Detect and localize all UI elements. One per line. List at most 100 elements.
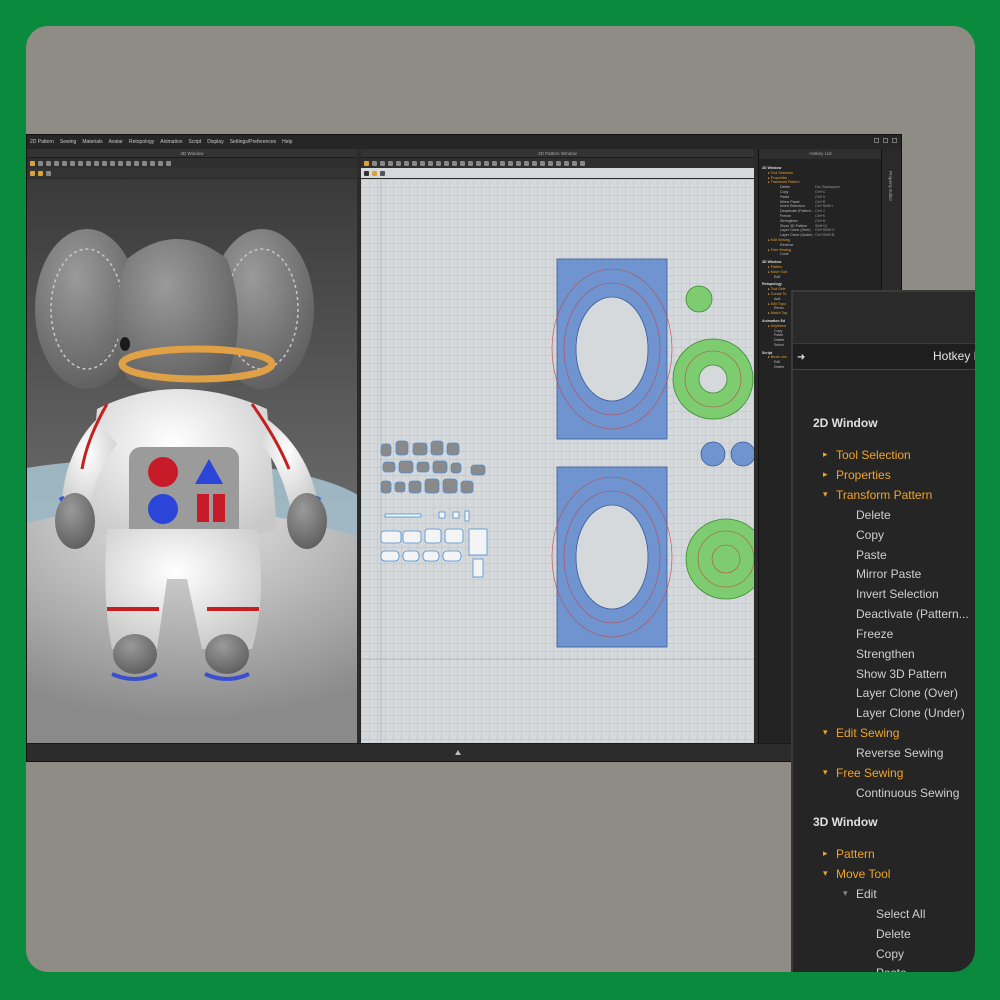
tool-icon[interactable] (548, 160, 553, 166)
tool-icon[interactable] (110, 160, 115, 166)
3d-viewport[interactable] (27, 179, 357, 744)
tool-icon[interactable] (102, 160, 107, 166)
zoom-hotkey-entry: 2D Window (813, 416, 878, 430)
tool-icon[interactable] (476, 160, 481, 166)
tool-icon[interactable] (158, 160, 163, 166)
tool-icon[interactable] (364, 160, 369, 166)
tool-icon[interactable] (524, 160, 529, 166)
tool-icon[interactable] (166, 160, 171, 166)
tool-icon[interactable] (436, 160, 441, 166)
pencil-icon[interactable] (372, 170, 377, 176)
zoom-hotkey-label: Free Sewing (836, 766, 904, 780)
tool-icon[interactable] (580, 160, 585, 166)
tool-icon[interactable] (372, 160, 377, 166)
tool-icon[interactable] (62, 160, 67, 166)
tool-icon[interactable] (412, 160, 417, 166)
zoom-hotkey-entry: Layer Clone (Under)C (856, 706, 965, 720)
menu-item-2d-pattern[interactable]: 2D Pattern (30, 139, 54, 145)
tool-icon[interactable] (452, 160, 457, 166)
expand-timeline-icon[interactable] (455, 750, 461, 755)
minimize-icon[interactable] (874, 138, 879, 143)
hotkey-entry-label: Paste (780, 194, 790, 199)
collapse-arrow-icon[interactable]: ▸ (823, 469, 828, 480)
tool-icon[interactable] (94, 160, 99, 166)
tool-icon[interactable] (150, 160, 155, 166)
tool-icon[interactable] (428, 160, 433, 166)
menu-item-retopology[interactable]: Retopology (129, 139, 154, 145)
hotkey-entry-label: ▸ Free Sewing (768, 247, 791, 252)
camera-icon[interactable] (46, 170, 51, 176)
expand-arrow-icon[interactable]: ▾ (823, 489, 828, 500)
tool-icon[interactable] (54, 160, 59, 166)
pin-icon[interactable] (380, 170, 385, 176)
expand-arrow-icon[interactable]: ▾ (823, 727, 828, 738)
tool-icon[interactable] (134, 160, 139, 166)
zoom-top-bar (793, 292, 975, 344)
menu-item-animation[interactable]: Animation (160, 139, 182, 145)
tool-icon[interactable] (532, 160, 537, 166)
tool-icon[interactable] (396, 160, 401, 166)
zoom-hotkey-entry[interactable]: ▸ Properties (823, 468, 891, 482)
menu-item-settings-preferences[interactable]: Settings/Preferences (230, 139, 276, 145)
menu-item-display[interactable]: Display (207, 139, 223, 145)
tool-icon[interactable] (508, 160, 513, 166)
tool-icon[interactable] (564, 160, 569, 166)
collapse-arrow-icon[interactable]: ▸ (823, 449, 828, 460)
zoom-hotkey-entry[interactable]: ▸ Pattern (823, 847, 875, 861)
close-icon[interactable] (892, 138, 897, 143)
2d-pattern-viewport[interactable] (361, 179, 754, 744)
menu-item-avatar[interactable]: Avatar (109, 139, 123, 145)
tool-icon[interactable] (46, 160, 51, 166)
menu-item-sewing[interactable]: Sewing (60, 139, 76, 145)
zoom-hotkey-entry[interactable]: ▾ Edit Sewing (823, 726, 900, 740)
view3d-toolbar (27, 158, 357, 168)
tool-icon[interactable] (38, 160, 43, 166)
view2d-title: 2D Pattern Window (361, 149, 754, 158)
zoom-hotkey-label: Edit Sewing (836, 726, 900, 740)
tool-icon[interactable] (484, 160, 489, 166)
zoom-hotkey-entry[interactable]: ▾ Free Sewing (823, 766, 904, 780)
tool-icon[interactable] (70, 160, 75, 166)
tool-icon[interactable] (404, 160, 409, 166)
hotkey-entry-label: Add (774, 296, 781, 301)
zoom-hotkey-entry[interactable]: ▸ Tool Selection (823, 448, 911, 462)
tool-icon[interactable] (468, 160, 473, 166)
tool-icon[interactable] (492, 160, 497, 166)
select-icon[interactable] (364, 170, 369, 176)
tool-icon[interactable] (420, 160, 425, 166)
expand-arrow-icon[interactable]: ▾ (823, 868, 828, 879)
tool-icon[interactable] (516, 160, 521, 166)
avatar-icon[interactable] (30, 170, 35, 176)
zoom-hotkey-entry[interactable]: ▾ Transform Pattern (823, 488, 932, 502)
menu-item-help[interactable]: Help (282, 139, 292, 145)
tool-icon[interactable] (500, 160, 505, 166)
zoom-hotkey-label: Deactivate (Pattern... (856, 607, 969, 621)
tool-icon[interactable] (388, 160, 393, 166)
sun-icon[interactable] (38, 170, 43, 176)
tool-icon[interactable] (86, 160, 91, 166)
tool-icon[interactable] (444, 160, 449, 166)
tool-icon[interactable] (556, 160, 561, 166)
collapse-arrow-icon[interactable]: ▸ (823, 848, 828, 859)
tool-icon[interactable] (380, 160, 385, 166)
expand-arrow-icon[interactable]: ▾ (823, 767, 828, 778)
hotkey-entry-label: Reverse (780, 242, 794, 247)
tool-icon[interactable] (540, 160, 545, 166)
maximize-icon[interactable] (883, 138, 888, 143)
tool-icon[interactable] (126, 160, 131, 166)
menu-item-script[interactable]: Script (189, 139, 202, 145)
menu-item-materials[interactable]: Materials (82, 139, 102, 145)
zoom-hotkey-entry[interactable]: ▾ Edit (843, 887, 877, 901)
tool-icon[interactable] (460, 160, 465, 166)
tool-icon[interactable] (118, 160, 123, 166)
zoom-hotkey-entry: DeleteD (876, 927, 911, 941)
zoom-hotkey-label: 3D Window (813, 815, 878, 829)
tool-icon[interactable] (78, 160, 83, 166)
tool-icon[interactable] (142, 160, 147, 166)
zoom-hotkey-entry[interactable]: ▾ Move Tool (823, 867, 890, 881)
tool-icon[interactable] (30, 160, 35, 166)
expand-arrow-icon[interactable]: ▾ (843, 888, 848, 899)
pattern-pieces (361, 179, 754, 744)
tool-icon[interactable] (572, 160, 577, 166)
panel-arrow-icon[interactable]: ➜ (797, 352, 805, 363)
